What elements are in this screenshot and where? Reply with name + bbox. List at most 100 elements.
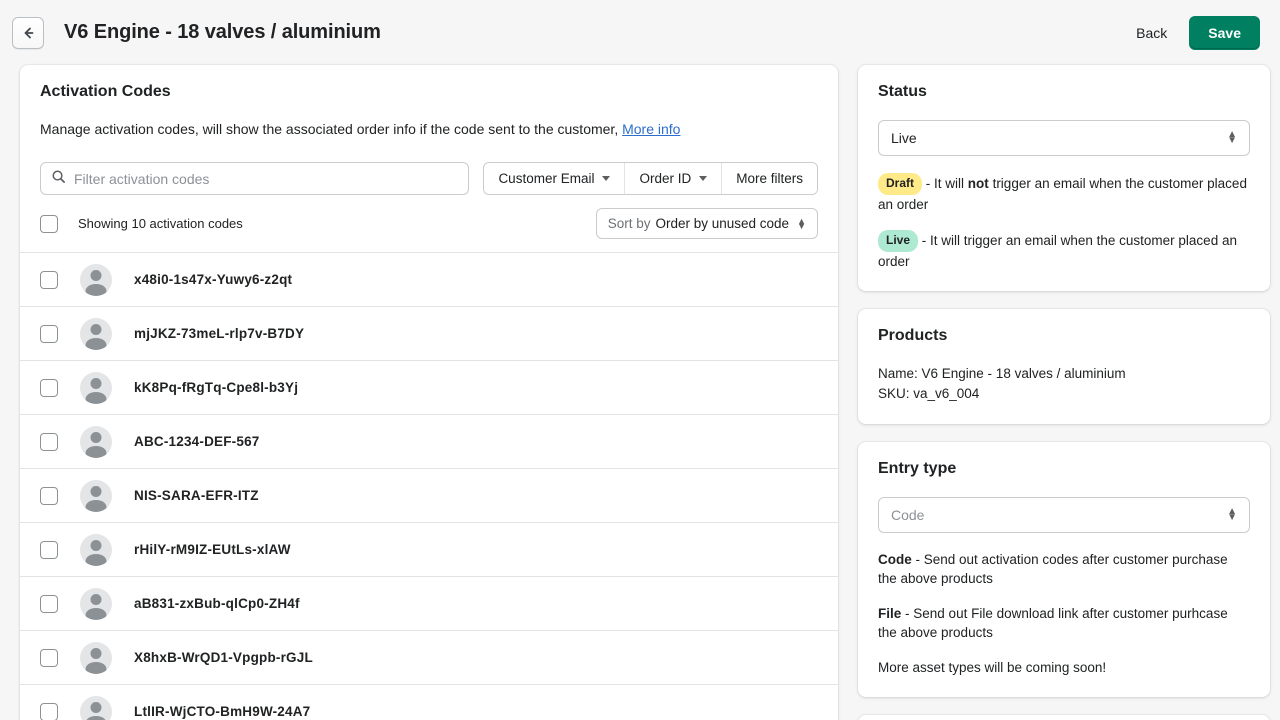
status-select[interactable]: Live ▲▼ [878,120,1250,156]
select-updown-icon: ▲▼ [1227,132,1237,144]
status-panel: Status Live ▲▼ Draft - It will not trigg… [858,65,1270,291]
sort-by-value: Order by unused code [655,216,789,231]
live-note-emphasis: trigger [964,233,1002,248]
search-box[interactable] [40,162,469,195]
filter-order-id-label: Order ID [639,171,691,186]
side-column: Status Live ▲▼ Draft - It will not trigg… [858,65,1270,720]
activation-code-value: x48i0-1s47x-Yuwy6-z2qt [134,272,292,287]
filter-customer-email-label: Customer Email [498,171,594,186]
avatar [80,696,112,720]
entry-type-title: Entry type [878,460,1250,478]
entry-type-code-note: Code - Send out activation codes after c… [878,550,1250,588]
activation-code-value: aB831-zxBub-qlCp0-ZH4f [134,596,300,611]
filter-order-id-button[interactable]: Order ID [625,163,722,194]
filter-customer-email-button[interactable]: Customer Email [484,163,625,194]
product-name-line: Name: V6 Engine - 18 valves / aluminium [878,364,1250,384]
table-row[interactable]: kK8Pq-fRgTq-Cpe8l-b3Yj [20,361,838,415]
auto-claim-card: Auto Claim Enable - Automatically send o… [858,715,1270,720]
activation-code-value: rHilY-rM9IZ-EUtLs-xlAW [134,542,291,557]
showing-count-label: Showing 10 activation codes [78,216,243,231]
auto-claim-panel: Auto Claim Enable - Automatically send o… [858,715,1270,720]
avatar [80,372,112,404]
product-sku-line: SKU: va_v6_004 [878,384,1250,404]
back-arrow-button[interactable] [12,17,44,49]
more-filters-button[interactable]: More filters [722,163,817,194]
entry-type-file-note: File - Send out File download link after… [878,604,1250,642]
entry-type-card: Entry type Code ▲▼ Code - Send out activ… [858,442,1270,697]
avatar [80,642,112,674]
code-note-text: - Send out activation codes after custom… [878,552,1228,586]
select-all-row: Showing 10 activation codes Sort by Orde… [20,195,838,253]
table-row[interactable]: mjJKZ-73meL-rlp7v-B7DY [20,307,838,361]
activation-codes-header: Activation Codes Manage activation codes… [20,65,838,139]
description-text: Manage activation codes, will show the a… [40,121,618,137]
row-checkbox[interactable] [40,433,58,451]
avatar [80,318,112,350]
activation-codes-title: Activation Codes [40,83,818,101]
table-row[interactable]: rHilY-rM9IZ-EUtLs-xlAW [20,523,838,577]
chevron-down-icon [699,176,707,181]
product-details: Name: V6 Engine - 18 valves / aluminium … [878,364,1250,404]
activation-codes-card: Activation Codes Manage activation codes… [20,65,838,720]
row-checkbox[interactable] [40,487,58,505]
row-checkbox[interactable] [40,379,58,397]
table-row[interactable]: NIS-SARA-EFR-ITZ [20,469,838,523]
entry-type-panel: Entry type Code ▲▼ Code - Send out activ… [858,442,1270,697]
table-row[interactable]: aB831-zxBub-qlCp0-ZH4f [20,577,838,631]
sort-updown-icon: ▲▼ [797,219,806,229]
avatar [80,534,112,566]
status-select-value: Live [891,130,1227,146]
activation-code-value: NIS-SARA-EFR-ITZ [134,488,259,503]
avatar [80,588,112,620]
activation-code-value: ABC-1234-DEF-567 [134,434,260,449]
table-row[interactable]: ABC-1234-DEF-567 [20,415,838,469]
status-title: Status [878,83,1250,101]
products-panel: Products Name: V6 Engine - 18 valves / a… [858,309,1270,424]
file-note-label: File [878,606,901,621]
activation-codes-list: x48i0-1s47x-Yuwy6-z2qt mjJKZ-73meL-rlp7v… [20,253,838,720]
search-icon [51,169,66,189]
back-button[interactable]: Back [1136,25,1167,41]
row-checkbox[interactable] [40,703,58,720]
status-live-note: Live - It will trigger an email when the… [878,230,1250,271]
draft-note-part-a: - It will [926,176,964,191]
search-input[interactable] [74,171,458,187]
avatar [80,264,112,296]
top-bar: V6 Engine - 18 valves / aluminium Back S… [0,0,1280,65]
sort-by-select[interactable]: Sort by Order by unused code ▲▼ [596,208,818,239]
entry-type-select[interactable]: Code ▲▼ [878,497,1250,533]
table-row[interactable]: x48i0-1s47x-Yuwy6-z2qt [20,253,838,307]
file-note-text: - Send out File download link after cust… [878,606,1228,640]
status-card: Status Live ▲▼ Draft - It will not trigg… [858,65,1270,291]
row-checkbox[interactable] [40,649,58,667]
sort-by-prefix: Sort by [608,216,651,231]
more-filters-label: More filters [736,171,803,186]
activation-code-value: X8hxB-WrQD1-Vpgpb-rGJL [134,650,313,665]
filter-row: Customer Email Order ID More filters [20,139,838,195]
page-title: V6 Engine - 18 valves / aluminium [64,21,381,44]
arrow-left-icon [20,25,36,41]
entry-type-select-value: Code [891,507,1227,523]
select-all-checkbox[interactable] [40,215,58,233]
live-note-part-a: - It will [922,233,960,248]
entry-type-coming-soon: More asset types will be coming soon! [878,658,1250,677]
status-badge-live: Live [878,230,918,252]
products-title: Products [878,327,1250,345]
save-button[interactable]: Save [1189,16,1260,50]
select-updown-icon: ▲▼ [1227,509,1237,521]
page-layout: Activation Codes Manage activation codes… [0,65,1280,720]
row-checkbox[interactable] [40,541,58,559]
more-info-link[interactable]: More info [622,121,680,137]
filter-button-group: Customer Email Order ID More filters [483,162,818,195]
row-checkbox[interactable] [40,271,58,289]
activation-code-value: LtlIR-WjCTO-BmH9W-24A7 [134,704,310,719]
table-row[interactable]: X8hxB-WrQD1-Vpgpb-rGJL [20,631,838,685]
avatar [80,480,112,512]
row-checkbox[interactable] [40,595,58,613]
avatar [80,426,112,458]
row-checkbox[interactable] [40,325,58,343]
activation-code-value: mjJKZ-73meL-rlp7v-B7DY [134,326,304,341]
status-badge-draft: Draft [878,173,922,195]
products-card: Products Name: V6 Engine - 18 valves / a… [858,309,1270,424]
table-row[interactable]: LtlIR-WjCTO-BmH9W-24A7 [20,685,838,720]
